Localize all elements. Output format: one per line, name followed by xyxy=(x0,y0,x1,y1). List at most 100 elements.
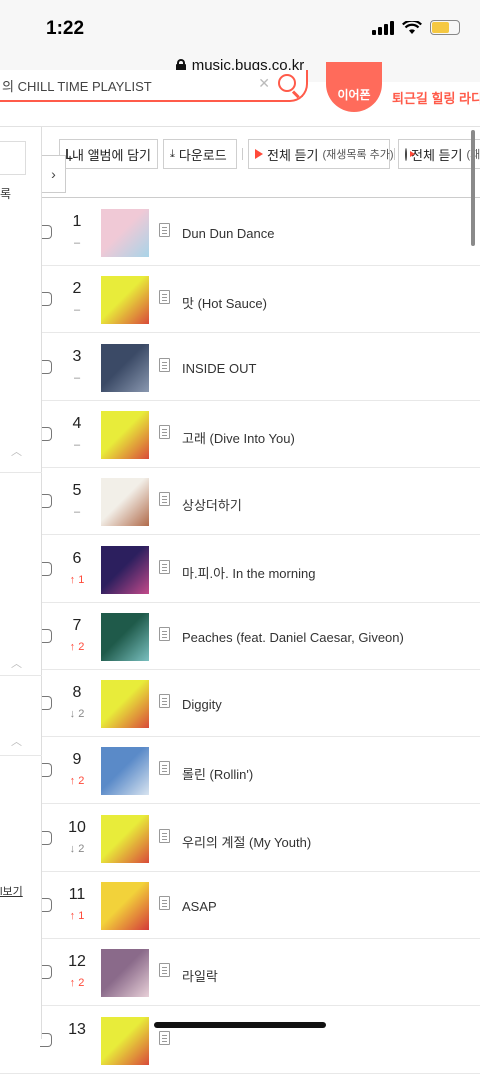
track-rank: 4 xyxy=(72,414,82,432)
download-icon: ⤓ xyxy=(170,147,175,160)
lyrics-icon[interactable] xyxy=(159,896,170,910)
promo-badge[interactable]: 이어폰 xyxy=(326,62,382,112)
track-title[interactable]: 롤린 (Rollin') xyxy=(182,764,253,783)
lyrics-icon[interactable] xyxy=(159,357,170,372)
promo-text[interactable]: 퇴근길 힐링 라디 xyxy=(392,88,480,107)
arrow-up-icon: ↑ xyxy=(69,640,79,653)
side-panel-link[interactable]: l보기 xyxy=(0,883,23,899)
track-title[interactable]: 맛 (Hot Sauce) xyxy=(182,293,267,312)
rank-change-value: – xyxy=(73,438,81,451)
track-row[interactable]: 5 – 상상더하기 xyxy=(0,468,480,536)
rank-change-value: 2 xyxy=(78,640,85,653)
rank-change: ↑ 2 xyxy=(60,775,94,787)
track-title[interactable]: Diggity xyxy=(182,697,222,712)
rank-change-value: 2 xyxy=(78,775,85,788)
rank-change-value: – xyxy=(73,304,81,317)
rank-change: ↑ 2 xyxy=(60,641,94,653)
chevron-up-icon[interactable]: ︿ xyxy=(11,443,22,459)
album-art[interactable] xyxy=(101,612,149,661)
panel-toggle-button[interactable]: › xyxy=(42,155,66,193)
track-row[interactable]: 1 – Dun Dun Dance xyxy=(0,199,480,266)
album-art[interactable] xyxy=(101,276,149,325)
play-all-add-sublabel: (재생목록 추가) xyxy=(322,149,394,161)
cellular-signal-icon xyxy=(372,20,394,35)
track-title[interactable]: Peaches (feat. Daniel Caesar, Giveon) xyxy=(182,630,404,645)
track-rank: 9 xyxy=(72,751,82,769)
track-row[interactable]: 12 ↑ 2 라일락 xyxy=(0,939,480,1007)
lyrics-icon[interactable] xyxy=(159,1030,170,1045)
download-label: 다운로드 xyxy=(178,147,227,163)
track-row[interactable]: 10 ↓ 2 우리의 계절 (My Youth) xyxy=(0,805,480,872)
toolbar: 내 앨범에 담기 ⤓ 다운로드 전체 듣기(재생목록 추가) 전체 듣기(재생 xyxy=(42,139,480,169)
scrollbar[interactable] xyxy=(471,130,475,246)
download-button[interactable]: ⤓ 다운로드 xyxy=(163,139,237,169)
track-row[interactable]: 11 ↑ 1 ASAP xyxy=(0,872,480,939)
battery-icon xyxy=(430,20,460,35)
album-art[interactable] xyxy=(101,478,149,527)
lyrics-icon[interactable] xyxy=(159,424,170,439)
chevron-up-icon[interactable]: ︿ xyxy=(11,655,22,671)
search-box[interactable]: 의 CHILL TIME PLAYLIST ✕ xyxy=(0,70,308,102)
chevron-up-icon[interactable]: ︿ xyxy=(11,733,22,749)
track-row[interactable]: 13 xyxy=(0,1007,480,1074)
lyrics-icon[interactable] xyxy=(159,694,170,709)
lyrics-icon[interactable] xyxy=(159,963,170,978)
rank-change: ↓ 2 xyxy=(60,843,94,855)
album-art[interactable] xyxy=(101,882,149,930)
track-title[interactable]: 고래 (Dive Into You) xyxy=(182,428,295,447)
album-art[interactable] xyxy=(101,1016,149,1065)
add-to-album-button[interactable]: 내 앨범에 담기 xyxy=(59,139,158,169)
track-row[interactable]: 6 ↑ 1 마.피.아. In the morning xyxy=(0,536,480,603)
play-icon xyxy=(255,149,263,159)
lyrics-icon[interactable] xyxy=(159,761,170,776)
arrow-up-icon: ↑ xyxy=(69,910,79,922)
divider xyxy=(0,126,480,127)
track-row[interactable]: 9 ↑ 2 롤린 (Rollin') xyxy=(0,737,480,805)
track-title[interactable]: 라일락 xyxy=(182,966,218,985)
rank-change-value: 2 xyxy=(78,977,85,990)
rank-change: ↑ 1 xyxy=(60,574,94,586)
side-panel-box[interactable] xyxy=(0,141,26,175)
album-art[interactable] xyxy=(101,343,149,392)
album-art[interactable] xyxy=(101,209,149,257)
track-row[interactable]: 4 – 고래 (Dive Into You) xyxy=(0,401,480,468)
clear-search-icon[interactable]: ✕ xyxy=(258,75,270,92)
album-art[interactable] xyxy=(101,949,149,998)
album-art[interactable] xyxy=(101,814,149,863)
chevron-right-icon: › xyxy=(51,166,56,182)
search-input[interactable]: 의 CHILL TIME PLAYLIST xyxy=(2,76,152,95)
rank-change-value: – xyxy=(73,506,81,519)
lyrics-icon[interactable] xyxy=(159,828,170,843)
rank-change-value: – xyxy=(73,237,81,249)
lyrics-icon[interactable] xyxy=(159,626,170,641)
track-title[interactable]: 우리의 계절 (My Youth) xyxy=(182,832,311,851)
track-rank: 2 xyxy=(72,280,82,298)
album-art[interactable] xyxy=(101,747,149,796)
play-all-button[interactable]: 전체 듣기(재생 xyxy=(398,139,480,169)
track-title[interactable]: 상상더하기 xyxy=(182,495,242,514)
divider xyxy=(0,472,42,473)
play-all-add-button[interactable]: 전체 듣기 (재생목록 추가) xyxy=(248,139,394,169)
album-art[interactable] xyxy=(101,545,149,594)
track-row[interactable]: 3 – INSIDE OUT xyxy=(0,334,480,401)
rank-change-value: 2 xyxy=(78,842,85,855)
lyrics-icon[interactable] xyxy=(159,559,170,574)
wifi-icon xyxy=(402,20,422,34)
lyrics-icon[interactable] xyxy=(159,223,170,237)
track-row[interactable]: 2 – 맛 (Hot Sauce) xyxy=(0,266,480,334)
track-row[interactable]: 7 ↑ 2 Peaches (feat. Daniel Caesar, Giveon… xyxy=(0,603,480,670)
track-rank: 1 xyxy=(72,213,82,230)
album-art[interactable] xyxy=(101,680,149,729)
track-row[interactable]: 8 ↓ 2 Diggity xyxy=(0,670,480,738)
track-title[interactable]: INSIDE OUT xyxy=(182,361,256,376)
track-title[interactable]: Dun Dun Dance xyxy=(182,226,275,241)
track-title[interactable]: 마.피.아. In the morning xyxy=(182,563,315,582)
add-album-icon xyxy=(66,149,73,165)
lyrics-icon[interactable] xyxy=(159,290,170,305)
track-title[interactable]: ASAP xyxy=(182,899,217,914)
search-icon[interactable] xyxy=(278,74,296,92)
lyrics-icon[interactable] xyxy=(159,492,170,507)
album-art[interactable] xyxy=(101,410,149,459)
rank-change: ↑ 2 xyxy=(60,977,94,989)
side-panel-item[interactable]: 록 xyxy=(0,185,11,202)
